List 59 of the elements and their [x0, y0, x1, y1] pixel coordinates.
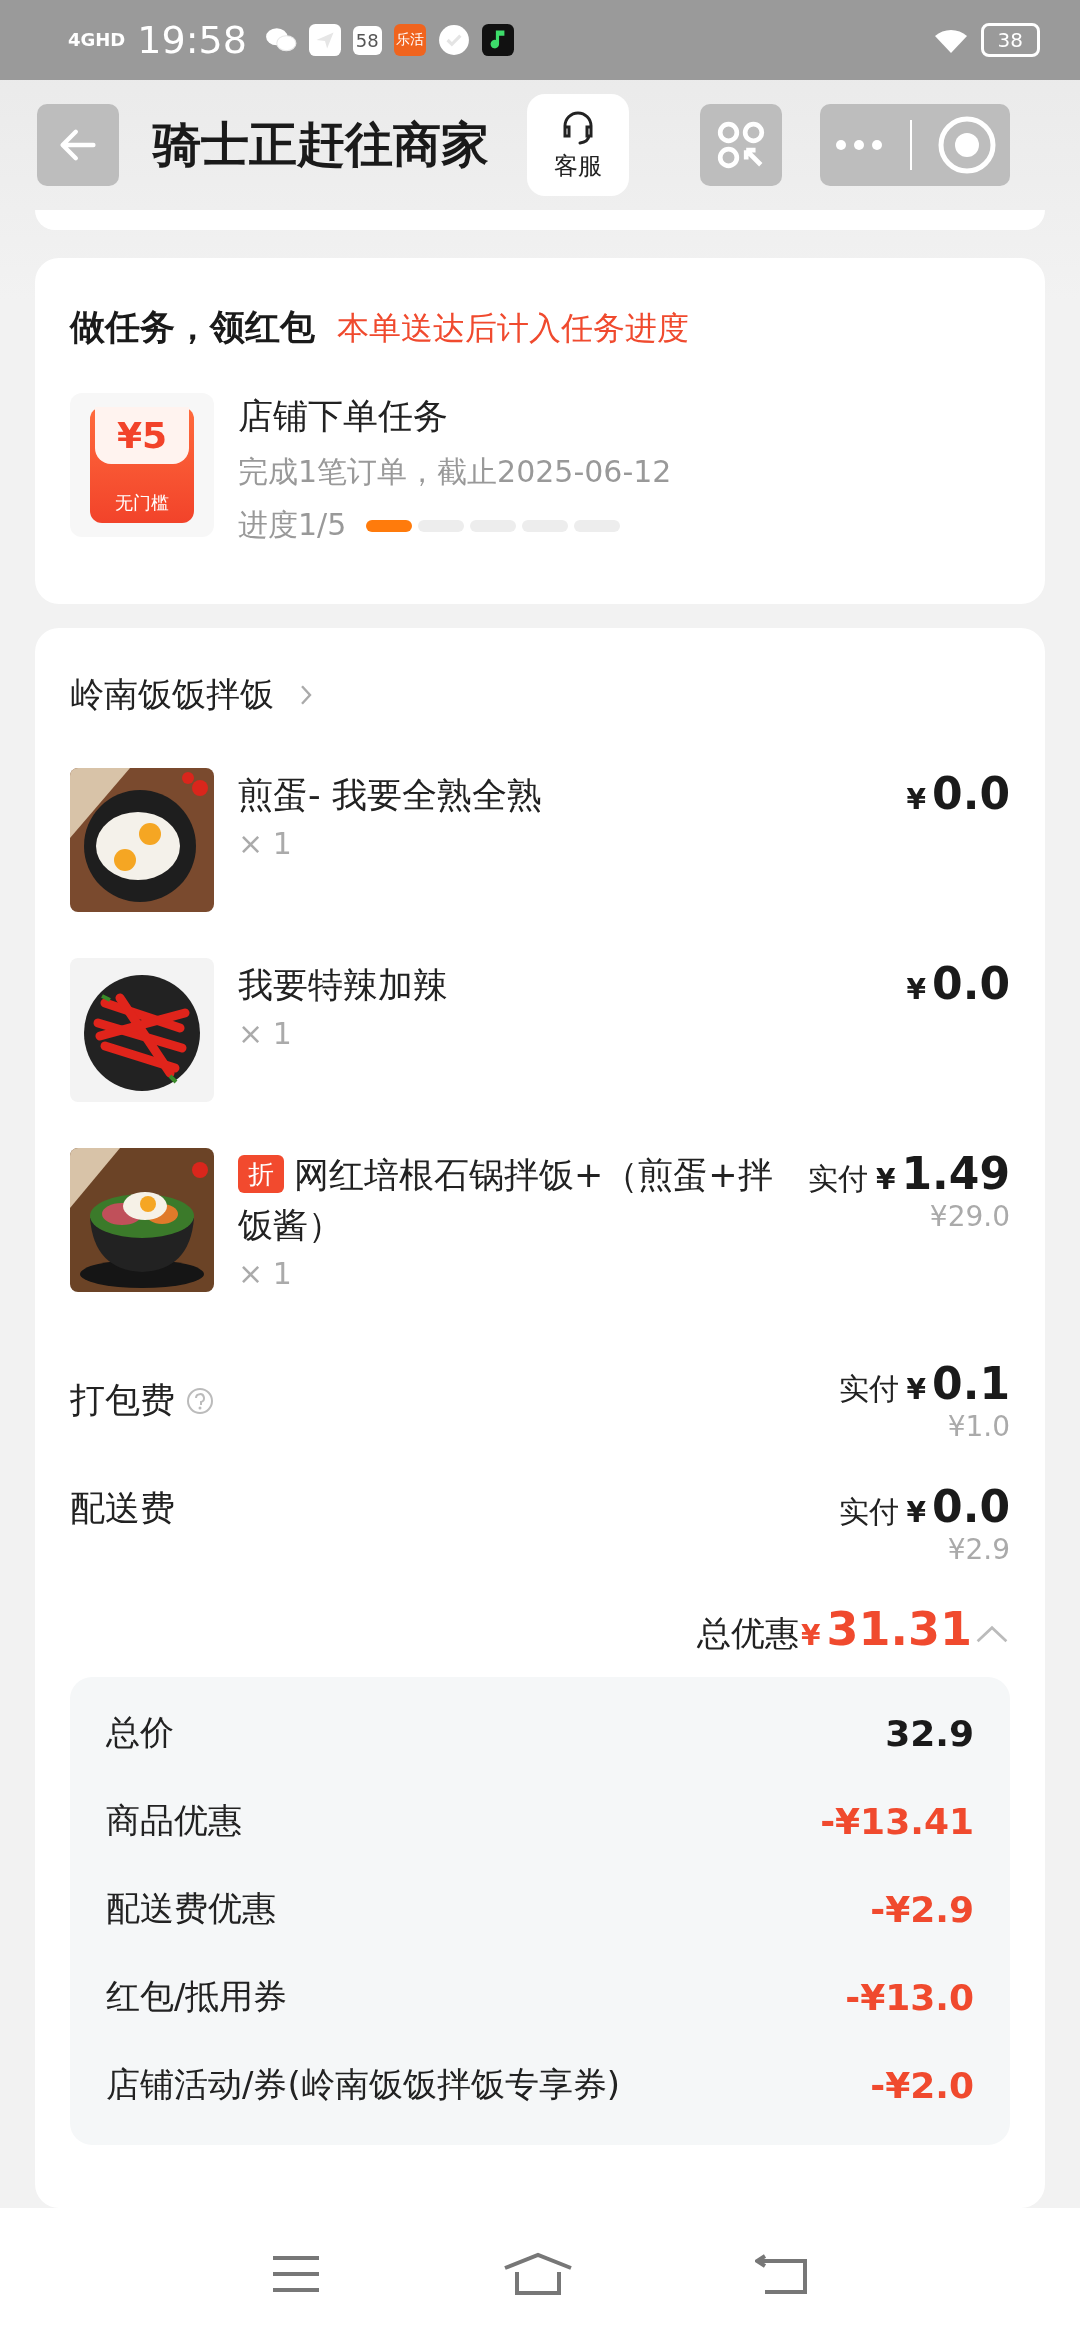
chevron-up-icon[interactable]	[974, 1623, 1010, 1645]
close-target-icon[interactable]	[937, 115, 998, 175]
app-icon: 乐活	[393, 24, 426, 56]
coupon-amount: ¥5	[95, 407, 189, 464]
original-price: ¥29.0	[929, 1200, 1010, 1233]
network-indicator: 4GHD	[68, 29, 126, 51]
item-price: ¥0.0	[906, 958, 1010, 1009]
item-price: ¥1.49	[875, 1148, 1010, 1199]
check-icon	[437, 24, 470, 56]
fee-name: 打包费	[70, 1379, 175, 1422]
paid-label: 实付	[838, 1493, 899, 1531]
item-quantity: × 1	[238, 826, 293, 861]
scan-icon	[715, 119, 767, 171]
paid-label: 实付	[838, 1370, 899, 1408]
battery-icon: 38	[980, 23, 1040, 57]
music-app-icon	[481, 24, 514, 56]
task-description: 完成1笔订单，截止2025-06-12	[238, 453, 672, 491]
back-button[interactable]	[37, 104, 119, 186]
item-quantity: × 1	[238, 1256, 293, 1291]
item-name: 煎蛋- 我要全熟全熟	[238, 774, 543, 817]
store-link[interactable]: 岭南饭饭拌饭	[70, 672, 314, 718]
discount-tag: 折	[238, 1155, 284, 1193]
item-quantity: × 1	[238, 1016, 293, 1051]
breakdown-label: 红包/抵用券	[106, 1975, 288, 2018]
breakdown-label: 店铺活动/券(岭南饭饭拌饭专享券)	[106, 2063, 620, 2106]
paid-label: 实付	[807, 1160, 868, 1198]
task-note: 本单送达后计入任务进度	[337, 308, 689, 349]
item-name: 我要特辣加辣	[238, 964, 449, 1007]
breakdown-label: 总价	[106, 1711, 174, 1754]
breakdown-value: -¥13.0	[845, 1976, 974, 2018]
breakdown-value: -¥13.41	[820, 1800, 974, 1842]
fee-name: 配送费	[70, 1487, 175, 1530]
send-icon	[308, 24, 341, 56]
breakdown-value: -¥2.0	[870, 2064, 974, 2106]
task-name: 店铺下单任务	[238, 395, 449, 438]
original-price: ¥1.0	[947, 1410, 1010, 1443]
total-discount-label: 总优惠	[697, 1612, 799, 1655]
coupon-label: 无门槛	[115, 491, 169, 515]
breakdown-value: 32.9	[885, 1712, 974, 1754]
back-icon[interactable]	[755, 2252, 809, 2296]
breakdown-label: 商品优惠	[106, 1799, 242, 1842]
item-price: ¥0.0	[906, 768, 1010, 819]
status-time: 19:58	[137, 18, 247, 62]
breakdown-value: -¥2.9	[870, 1888, 974, 1930]
fee-price: ¥0.1	[906, 1358, 1010, 1409]
original-price: ¥2.9	[947, 1533, 1010, 1566]
app-badge: 58	[352, 25, 382, 55]
customer-service-button[interactable]: 客服	[527, 94, 629, 196]
task-title: 做任务，领红包	[70, 306, 315, 349]
help-icon[interactable]	[185, 1385, 215, 1416]
breakdown-label: 配送费优惠	[106, 1887, 276, 1930]
progress-label: 进度1/5	[238, 506, 347, 544]
fee-price: ¥0.0	[906, 1481, 1010, 1532]
total-discount-amount: ¥31.31	[801, 1602, 972, 1656]
scan-button[interactable]	[700, 104, 782, 186]
home-icon[interactable]	[503, 2252, 573, 2296]
page-title: 骑士正赶往商家	[153, 115, 490, 174]
item-name: 折 网红培根石锅拌饭+（煎蛋+拌饭酱）	[238, 1154, 774, 1247]
menu-icon[interactable]	[271, 2254, 321, 2294]
